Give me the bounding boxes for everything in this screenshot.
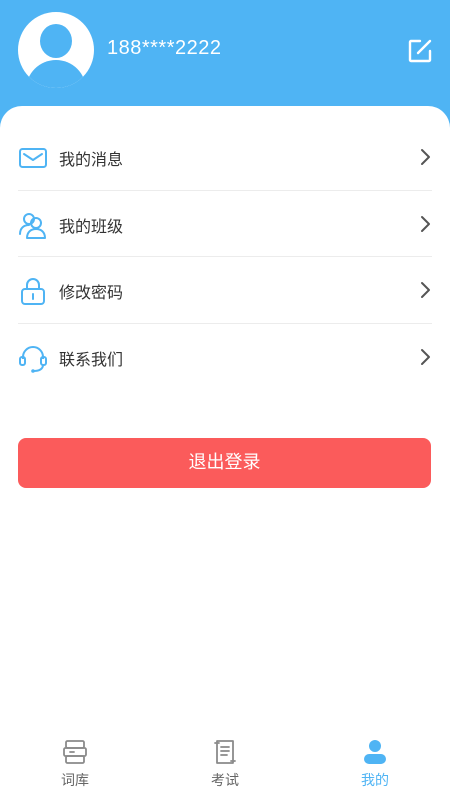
tab-mine[interactable]: 我的 (300, 730, 450, 800)
user-phone: 188****2222 (107, 37, 222, 59)
lock-icon (18, 276, 48, 306)
menu-item-contact-us[interactable]: 联系我们 (18, 324, 432, 391)
tab-label: 考试 (211, 773, 239, 789)
book-stack-icon (61, 738, 89, 766)
profile-icon (361, 738, 389, 766)
content-card: 我的消息 我的班级 修改密码 联系我们 退出登录 (0, 106, 450, 800)
menu-item-messages[interactable]: 我的消息 (18, 124, 432, 191)
logout-button[interactable]: 退出登录 (18, 438, 431, 488)
user-avatar-icon[interactable] (18, 12, 94, 88)
chevron-right-icon (420, 148, 432, 166)
menu-item-label: 我的消息 (59, 150, 124, 169)
menu-item-label: 修改密码 (59, 283, 124, 302)
menu-list: 我的消息 我的班级 修改密码 联系我们 (0, 124, 450, 390)
headset-icon (18, 343, 48, 373)
tab-label: 我的 (361, 773, 389, 789)
mail-icon (18, 143, 48, 173)
edit-icon[interactable] (406, 37, 434, 65)
profile-screen: 188****2222 我的消息 我的班级 修改密码 联系我们 退出登录 词库 … (0, 0, 450, 800)
tab-vocabulary[interactable]: 词库 (0, 730, 150, 800)
chevron-right-icon (420, 281, 432, 299)
chevron-right-icon (420, 348, 432, 366)
exam-paper-icon (211, 738, 239, 766)
users-icon (18, 210, 48, 240)
tab-label: 词库 (61, 773, 89, 789)
menu-item-label: 联系我们 (59, 349, 124, 369)
tab-exam[interactable]: 考试 (150, 730, 300, 800)
menu-item-label: 我的班级 (59, 216, 124, 236)
chevron-right-icon (420, 215, 432, 233)
bottom-tab-bar: 词库 考试 我的 (0, 730, 450, 800)
menu-item-change-password[interactable]: 修改密码 (18, 257, 432, 324)
menu-item-my-class[interactable]: 我的班级 (18, 191, 432, 257)
